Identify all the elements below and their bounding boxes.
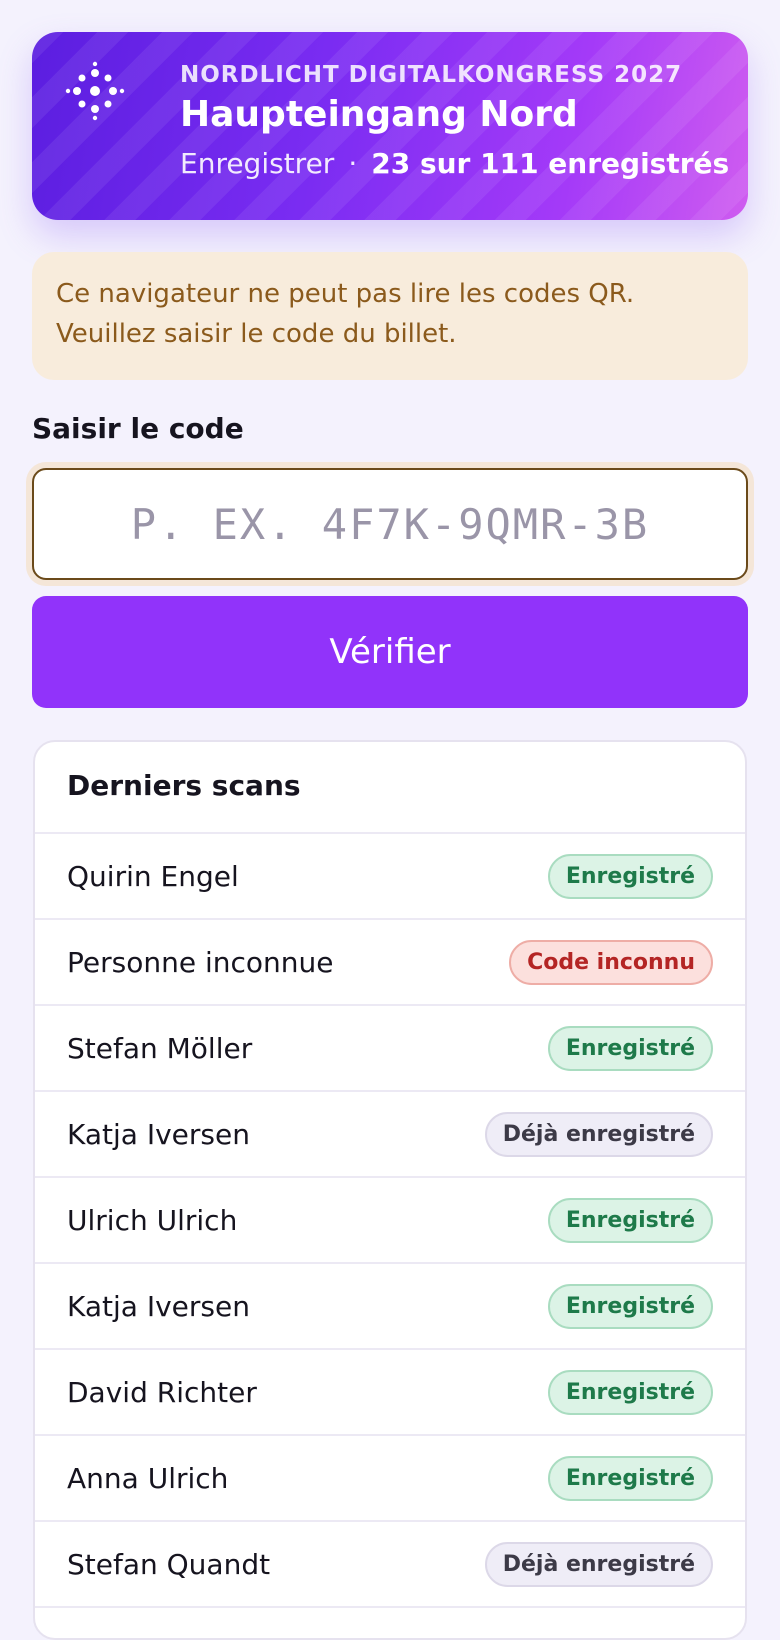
scan-row: Stefan Möller Enregistré xyxy=(35,1006,745,1092)
scan-status-badge: Enregistré xyxy=(547,1197,713,1243)
scan-status-badge: Enregistré xyxy=(547,1025,713,1071)
scan-status-badge: Enregistré xyxy=(547,1455,713,1501)
scan-row: David Richter Enregistré xyxy=(35,1350,745,1436)
scan-row: Katja Iversen Déjà enregistré xyxy=(35,1092,745,1178)
scan-attendee-name: Quirin Engel xyxy=(67,859,239,893)
header-text: NORDLICHT DIGITALKONGRESS 2027 Haupteing… xyxy=(180,62,730,180)
mode-label: Enregistrer xyxy=(180,147,335,180)
scan-row: Anna Ulrich Enregistré xyxy=(35,1436,745,1522)
gate-name: Haupteingang Nord xyxy=(180,94,578,135)
scan-attendee-name: Katja Iversen xyxy=(67,1117,250,1151)
verify-button[interactable]: Vérifier xyxy=(32,596,748,708)
scan-status-badge: Enregistré xyxy=(547,853,713,899)
scan-attendee-name: David Richter xyxy=(67,1375,257,1409)
scan-status-badge: Déjà enregistré xyxy=(484,1111,713,1157)
recent-scans-title: Derniers scans xyxy=(35,742,745,834)
checkin-status-line: Enregistrer · 23 sur 111 enregistrés xyxy=(180,147,730,180)
code-input-label: Saisir le code xyxy=(32,412,244,445)
scan-row: Quirin Engel Enregistré xyxy=(35,834,745,920)
scan-attendee-name: Stefan Quandt xyxy=(67,1547,271,1581)
scan-attendee-name: Personne inconnue xyxy=(67,945,334,979)
scan-attendee-name: Anna Ulrich xyxy=(67,1461,229,1495)
scan-attendee-name: Katja Iversen xyxy=(67,1289,250,1323)
recent-scans-card: Derniers scans Quirin Engel Enregistré P… xyxy=(33,740,747,1640)
event-header: NORDLICHT DIGITALKONGRESS 2027 Haupteing… xyxy=(32,32,748,220)
ticket-code-input[interactable] xyxy=(32,468,748,580)
recent-scans-list: Quirin Engel Enregistré Personne inconnu… xyxy=(35,834,745,1608)
scan-attendee-name: Stefan Möller xyxy=(67,1031,253,1065)
scan-status-badge: Code inconnu xyxy=(509,939,713,985)
event-name: NORDLICHT DIGITALKONGRESS 2027 xyxy=(180,62,683,88)
scan-status-badge: Enregistré xyxy=(547,1369,713,1415)
scan-row: Stefan Quandt Déjà enregistré xyxy=(35,1522,745,1608)
scan-status-badge: Déjà enregistré xyxy=(484,1541,713,1587)
scan-row: Katja Iversen Enregistré xyxy=(35,1264,745,1350)
scan-row: Ulrich Ulrich Enregistré xyxy=(35,1178,745,1264)
checkin-count: 23 sur 111 enregistrés xyxy=(371,147,730,180)
status-separator: · xyxy=(348,147,358,180)
scan-row: Personne inconnue Code inconnu xyxy=(35,920,745,1006)
qr-unsupported-warning: Ce navigateur ne peut pas lire les codes… xyxy=(32,252,748,380)
scan-attendee-name: Ulrich Ulrich xyxy=(67,1203,238,1237)
sparkle-dots-logo-icon xyxy=(65,61,125,121)
scan-status-badge: Enregistré xyxy=(547,1283,713,1329)
